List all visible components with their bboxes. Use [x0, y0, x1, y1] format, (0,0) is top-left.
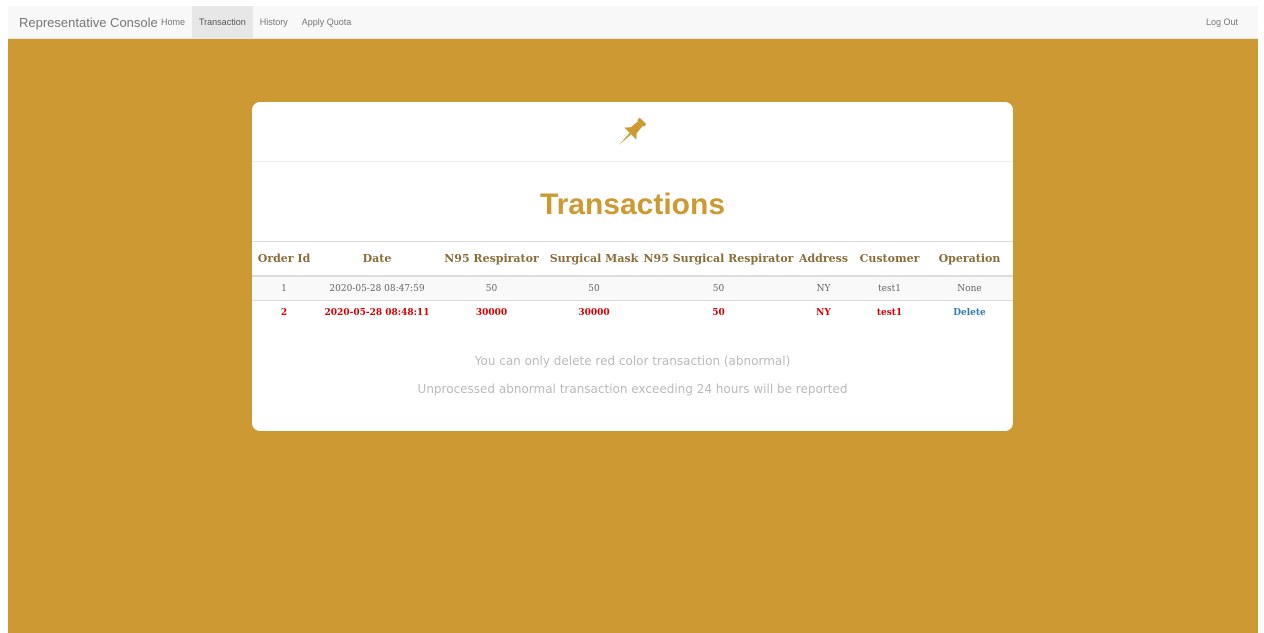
cell-address: NY: [794, 300, 853, 324]
cell-n95-respirator: 50: [438, 275, 545, 301]
cell-n95-surgical-respirator: 50: [643, 275, 794, 301]
page-title: Transactions: [539, 188, 726, 221]
header-n95-surgical-respirator: N95 Surgical Respirator: [643, 241, 794, 277]
header-surgical-mask: Surgical Mask: [545, 241, 643, 277]
delete-hint-text: You can only delete red color transactio…: [474, 354, 791, 368]
cell-order-id: 2: [252, 300, 316, 324]
logout-link[interactable]: Log Out: [1206, 6, 1238, 39]
cell-customer: test1: [853, 275, 926, 301]
card-header: [252, 102, 1013, 162]
top-navbar: Representative Console Home Transaction …: [8, 6, 1258, 39]
table-row: 1 2020-05-28 08:47:59 50 50 50 NY test1 …: [252, 275, 1013, 301]
delete-link[interactable]: Delete: [926, 300, 1013, 324]
cell-surgical-mask: 30000: [545, 300, 643, 324]
pushpin-icon: [618, 117, 647, 146]
report-warning-text: Unprocessed abnormal transaction exceedi…: [417, 382, 848, 396]
cell-n95-respirator: 30000: [438, 300, 545, 324]
cell-customer: test1: [853, 300, 926, 324]
header-customer: Customer: [853, 241, 926, 277]
brand-link[interactable]: Representative Console: [19, 6, 158, 39]
header-n95-respirator: N95 Respirator: [438, 241, 545, 277]
cell-address: NY: [794, 275, 853, 301]
header-operation: Operation: [926, 241, 1013, 277]
table-row-abnormal: 2 2020-05-28 08:48:11 30000 30000 50 NY …: [252, 300, 1013, 324]
cell-surgical-mask: 50: [545, 275, 643, 301]
header-date: Date: [316, 241, 438, 277]
cell-date: 2020-05-28 08:48:11: [316, 300, 438, 324]
header-order-id: Order Id: [252, 241, 316, 277]
transactions-table: Order Id Date N95 Respirator Surgical Ma…: [252, 241, 1013, 324]
cell-operation: None: [926, 275, 1013, 301]
transactions-card: Transactions Order Id Date N95 Respirato…: [252, 102, 1013, 431]
nav-transaction[interactable]: Transaction: [192, 6, 253, 39]
header-address: Address: [794, 241, 853, 277]
cell-order-id: 1: [252, 275, 316, 301]
page-background: Representative Console Home Transaction …: [8, 6, 1258, 633]
nav-history[interactable]: History: [253, 6, 295, 39]
nav-apply-quota[interactable]: Apply Quota: [295, 6, 359, 39]
cell-date: 2020-05-28 08:47:59: [316, 275, 438, 301]
nav-links: Home Transaction History Apply Quota: [154, 6, 358, 39]
nav-home[interactable]: Home: [154, 6, 192, 39]
cell-n95-surgical-respirator: 50: [643, 300, 794, 324]
table-header-row: Order Id Date N95 Respirator Surgical Ma…: [252, 241, 1013, 277]
